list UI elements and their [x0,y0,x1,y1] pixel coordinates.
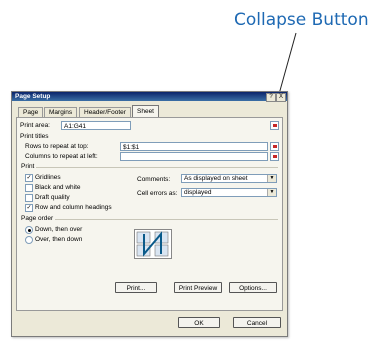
page-order-preview-icon [134,229,172,259]
page-order-section: Page order [21,215,278,222]
chevron-down-icon: ▼ [267,175,276,182]
cell-errors-label: Cell errors as: [137,190,178,197]
gridlines-label: Gridlines [35,174,61,181]
comments-value: As displayed on sheet [184,175,248,182]
rows-collapse-icon[interactable] [270,142,279,151]
close-button[interactable]: X [276,93,286,102]
black-white-checkbox[interactable] [25,184,33,192]
down-then-over-radio[interactable] [25,226,33,234]
print-preview-button[interactable]: Print Preview [174,282,222,293]
print-titles-label: Print titles [20,133,49,140]
rows-repeat-input[interactable]: $1:$1 [120,142,268,151]
gridlines-checkbox[interactable]: ✓ [25,174,33,182]
callout-label: Collapse Button [234,10,369,30]
cols-repeat-input[interactable] [120,152,268,161]
help-button[interactable]: ? [266,93,276,102]
down-then-over-label: Down, then over [35,226,83,233]
cols-repeat-label: Columns to repeat at left: [25,153,98,160]
over-then-down-label: Over, then down [35,236,83,243]
comments-label: Comments: [137,176,171,183]
print-button[interactable]: Print... [115,282,157,293]
black-white-label: Black and white [35,184,81,191]
cols-collapse-icon[interactable] [270,152,279,161]
print-area-collapse-icon[interactable] [270,121,279,130]
cancel-button[interactable]: Cancel [233,317,281,328]
page-setup-dialog: Page Setup ? X Page Margins Header/Foote… [11,91,288,337]
comments-select[interactable]: As displayed on sheet ▼ [181,174,277,183]
sheet-panel: Print area: A1:G41 Print titles Rows to … [16,117,283,311]
draft-label: Draft quality [35,194,70,201]
print-area-input[interactable]: A1:G41 [61,121,131,130]
print-section: Print [21,163,278,170]
chevron-down-icon: ▼ [267,189,276,196]
ok-button[interactable]: OK [178,317,220,328]
options-button[interactable]: Options... [229,282,277,293]
over-then-down-radio[interactable] [25,236,33,244]
dialog-titlebar: Page Setup [12,92,287,101]
cell-errors-select[interactable]: displayed ▼ [181,188,277,197]
row-col-headings-checkbox[interactable]: ✓ [25,204,33,212]
rows-repeat-label: Rows to repeat at top: [25,143,89,150]
dialog-title: Page Setup [15,93,51,100]
draft-checkbox[interactable] [25,194,33,202]
print-area-label: Print area: [20,122,50,129]
row-col-headings-label: Row and column headings [35,204,112,211]
cell-errors-value: displayed [184,189,212,196]
